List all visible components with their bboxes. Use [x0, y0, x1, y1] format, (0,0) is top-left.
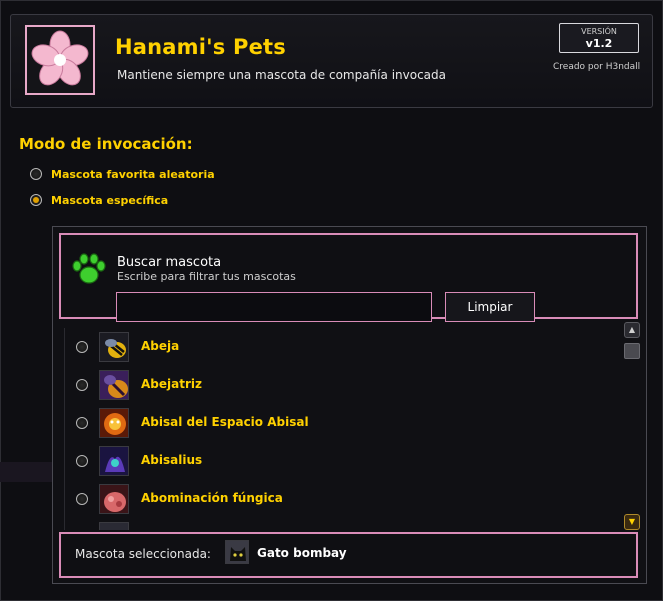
scroll-thumb[interactable] — [624, 343, 640, 359]
selected-pet-label: Mascota seleccionada: — [75, 547, 211, 561]
author-credit: Creado por H3ndall — [553, 62, 641, 72]
selected-pet-name: Gato bombay — [257, 546, 347, 560]
version-label: VERSIÓN — [581, 27, 617, 36]
fire-spirit-icon — [99, 408, 129, 438]
pet-list-item[interactable]: Abisal del Espacio Abisal — [62, 404, 612, 442]
list-scrollbar[interactable]: ▲ ▼ — [624, 322, 640, 530]
mode-option-random-favorite[interactable]: Mascota favorita aleatoria — [30, 166, 215, 182]
search-title: Buscar mascota — [117, 255, 222, 270]
app-title: Hanami's Pets — [115, 35, 286, 59]
search-subtitle: Escribe para filtrar tus mascotas — [117, 270, 296, 283]
pet-name: Abisal del Espacio Abisal — [141, 415, 309, 429]
scroll-up-icon[interactable]: ▲ — [624, 322, 640, 338]
version-badge: VERSIÓN v1.2 — [559, 23, 639, 53]
pet-list-item[interactable]: Abisalius — [62, 442, 612, 480]
background-strip — [0, 462, 52, 482]
header: Hanami's Pets Mantiene siempre una masco… — [10, 14, 653, 108]
summon-mode-title: Modo de invocación: — [19, 135, 193, 153]
radio-button[interactable] — [76, 417, 88, 429]
pet-list-item[interactable]: Abejatriz — [62, 366, 612, 404]
mode-option-label: Mascota favorita aleatoria — [51, 167, 215, 181]
scroll-down-icon[interactable]: ▼ — [624, 514, 640, 530]
bee-icon — [99, 332, 129, 362]
black-cat-icon — [225, 540, 249, 564]
app-subtitle: Mantiene siempre una mascota de compañía… — [117, 68, 446, 82]
pet-name: Abejatriz — [141, 377, 202, 391]
clear-button[interactable]: Limpiar — [445, 292, 535, 322]
radio-button-checked[interactable] — [30, 194, 42, 206]
radio-button[interactable] — [76, 341, 88, 353]
radio-button[interactable] — [30, 168, 42, 180]
version-value: v1.2 — [585, 37, 613, 50]
radio-button[interactable] — [76, 455, 88, 467]
mode-option-label: Mascota específica — [51, 193, 169, 207]
pet-name: Abeja — [141, 339, 180, 353]
pet-list-item[interactable]: Abeja — [62, 328, 612, 366]
void-creature-icon — [99, 446, 129, 476]
fungal-abomination-icon — [99, 484, 129, 514]
pet-name: Abisalius — [141, 453, 203, 467]
search-input[interactable] — [116, 292, 432, 322]
pet-list: Abeja Abejatriz Abisal del Espacio Abisa… — [62, 328, 612, 530]
pet-list-item[interactable]: Abominación fúngica — [62, 480, 612, 518]
pet-list-item[interactable] — [62, 518, 612, 530]
queen-bee-icon — [99, 370, 129, 400]
pet-name: Abominación fúngica — [141, 491, 283, 505]
mode-option-specific-pet[interactable]: Mascota específica — [30, 192, 168, 208]
radio-button[interactable] — [76, 379, 88, 391]
pet-icon — [99, 522, 129, 530]
paw-icon — [70, 252, 108, 286]
radio-button[interactable] — [76, 493, 88, 505]
sakura-flower-icon — [25, 25, 95, 95]
